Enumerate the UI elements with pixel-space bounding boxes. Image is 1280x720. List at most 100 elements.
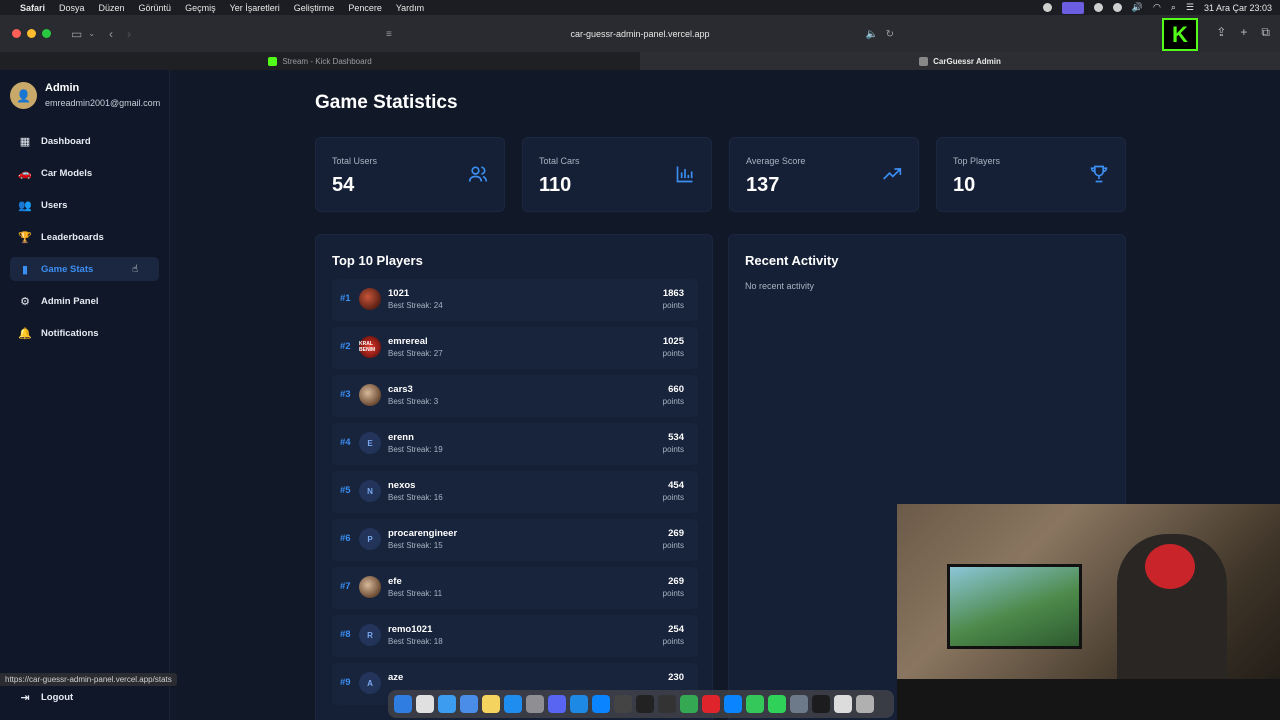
forward-icon[interactable]: › <box>127 27 131 41</box>
stat-card-total-cars: Total Cars 110 <box>522 137 712 212</box>
users-icon: 👥 <box>18 199 32 212</box>
webcam-desk-image <box>897 679 1280 720</box>
menu-develop[interactable]: Geliştirme <box>294 3 335 13</box>
window-icon[interactable] <box>812 695 830 713</box>
record-dot-icon[interactable] <box>1093 3 1103 12</box>
chevron-down-icon[interactable]: ⌄ <box>88 29 95 38</box>
terminal-icon[interactable] <box>636 695 654 713</box>
close-window-icon[interactable] <box>12 29 21 38</box>
kick-favicon-icon <box>268 56 278 66</box>
app-store-icon[interactable] <box>504 695 522 713</box>
wifi-icon[interactable]: ◠ <box>1153 2 1161 13</box>
table-row[interactable]: #5 N nexos Best Streak: 16 454 points <box>332 471 698 513</box>
maximize-window-icon[interactable] <box>42 29 51 38</box>
table-row[interactable]: #7 efe Best Streak: 11 269 points <box>332 567 698 609</box>
chrome-icon[interactable] <box>680 695 698 713</box>
car-icon: 🚗 <box>18 167 32 180</box>
minimize-window-icon[interactable] <box>27 29 36 38</box>
new-tab-icon[interactable]: + <box>1240 25 1247 40</box>
share-icon[interactable]: ⇪ <box>1216 25 1226 40</box>
player-avatar: P <box>359 528 381 550</box>
menu-bookmarks[interactable]: Yer İşaretleri <box>230 3 280 13</box>
messages-icon[interactable] <box>768 695 786 713</box>
player-rank: #9 <box>340 677 351 688</box>
logout-label: Logout <box>41 692 74 703</box>
menu-help[interactable]: Yardım <box>396 3 424 13</box>
sidebar-item-leaderboards[interactable]: 🏆 Leaderboards <box>10 225 159 249</box>
player-points: 534 <box>668 432 684 443</box>
table-row[interactable]: #8 R remo1021 Best Streak: 18 254 points <box>332 615 698 657</box>
activity-monitor-icon[interactable] <box>614 695 632 713</box>
player-streak: Best Streak: 16 <box>388 493 443 502</box>
table-row[interactable]: #6 P procarengineer Best Streak: 15 269 … <box>332 519 698 561</box>
volume-icon[interactable]: 🔊 <box>1132 2 1143 13</box>
mail-icon[interactable] <box>460 695 478 713</box>
trophy-icon: 🏆 <box>18 231 32 244</box>
page-settings-icon[interactable]: ≡ <box>386 29 392 40</box>
sidebar-toggle-icon[interactable]: ▭ <box>71 27 82 41</box>
tab-overview-icon[interactable]: ⧉ <box>1261 25 1270 40</box>
tab-carguessr-admin[interactable]: CarGuessr Admin <box>640 52 1280 70</box>
avatar[interactable]: 👤 <box>10 82 37 109</box>
menu-app-name[interactable]: Safari <box>20 3 45 13</box>
player-rank: #4 <box>340 437 351 448</box>
top-players-panel: Top 10 Players #1 1021 Best Streak: 24 1… <box>315 234 713 720</box>
vscode-icon[interactable] <box>570 695 588 713</box>
trash-icon[interactable] <box>856 695 874 713</box>
sidebar-item-users[interactable]: 👥 Users <box>10 193 159 217</box>
sidebar-item-notifications[interactable]: 🔔 Notifications <box>10 321 159 345</box>
finder-icon[interactable] <box>394 695 412 713</box>
table-row[interactable]: #1 1021 Best Streak: 24 1863 points <box>332 279 698 321</box>
status-tray-icon[interactable] <box>1042 3 1052 12</box>
player-points: 660 <box>668 384 684 395</box>
xcode-icon[interactable] <box>592 695 610 713</box>
network-icon[interactable] <box>1112 3 1122 12</box>
profile-email: emreadmin2001@gmail.com <box>45 98 161 108</box>
sidebar-item-admin-panel[interactable]: ⚙ Admin Panel <box>10 289 159 313</box>
audio-playing-icon[interactable]: 🔈 <box>866 29 878 40</box>
preview-icon[interactable] <box>790 695 808 713</box>
menubar-clock[interactable]: 31 Ara Çar 23:03 <box>1204 3 1272 13</box>
back-icon[interactable]: ‹ <box>109 27 113 41</box>
player-avatar <box>359 576 381 598</box>
menu-window[interactable]: Pencere <box>348 3 382 13</box>
player-points: 1863 <box>662 288 684 299</box>
control-center-icon[interactable]: ☰ <box>1186 2 1194 13</box>
player-streak: Best Streak: 24 <box>388 301 443 310</box>
address-bar[interactable]: ≡ car-guessr-admin-panel.vercel.app 🔈 ↻ <box>380 23 900 45</box>
table-row[interactable]: #4 E erenn Best Streak: 19 534 points <box>332 423 698 465</box>
bar-chart-icon <box>675 164 695 184</box>
menu-history[interactable]: Geçmiş <box>185 3 216 13</box>
player-avatar: A <box>359 672 381 694</box>
keyboard-icon[interactable] <box>834 695 852 713</box>
system-settings-icon[interactable] <box>526 695 544 713</box>
reload-icon[interactable]: ↻ <box>886 29 894 40</box>
player-name: cars3 <box>388 384 413 395</box>
opera-icon[interactable] <box>702 695 720 713</box>
kick-extension-icon[interactable]: K <box>1162 18 1198 51</box>
menu-edit[interactable]: Düzen <box>99 3 125 13</box>
search-icon[interactable]: ⌕ <box>1171 2 1176 13</box>
menu-file[interactable]: Dosya <box>59 3 85 13</box>
menu-view[interactable]: Görüntü <box>139 3 172 13</box>
player-points: 1025 <box>662 336 684 347</box>
discord-icon[interactable] <box>548 695 566 713</box>
table-row[interactable]: #2 KRAL BENIM emrereal Best Streak: 27 1… <box>332 327 698 369</box>
logout-icon: ⇥ <box>20 692 30 704</box>
browser-toolbar: ▭ ⌄ ‹ › ≡ car-guessr-admin-panel.vercel.… <box>0 15 1280 52</box>
instruments-icon[interactable] <box>658 695 676 713</box>
panel-title: Recent Activity <box>745 253 839 268</box>
sidebar-item-car-models[interactable]: 🚗 Car Models <box>10 161 159 185</box>
logout-button[interactable]: ⇥ Logout <box>10 691 81 704</box>
translate-icon[interactable] <box>724 695 742 713</box>
table-row[interactable]: #3 cars3 Best Streak: 3 660 points <box>332 375 698 417</box>
launchpad-icon[interactable] <box>416 695 434 713</box>
stat-value: 137 <box>746 174 780 196</box>
safari-icon[interactable] <box>438 695 456 713</box>
screen-record-icon[interactable] <box>1061 1 1084 14</box>
tab-kick-dashboard[interactable]: Stream - Kick Dashboard <box>0 52 640 70</box>
sidebar-item-dashboard[interactable]: ▦ Dashboard <box>10 129 159 153</box>
trending-up-icon <box>882 164 902 184</box>
notes-icon[interactable] <box>482 695 500 713</box>
numbers-icon[interactable] <box>746 695 764 713</box>
